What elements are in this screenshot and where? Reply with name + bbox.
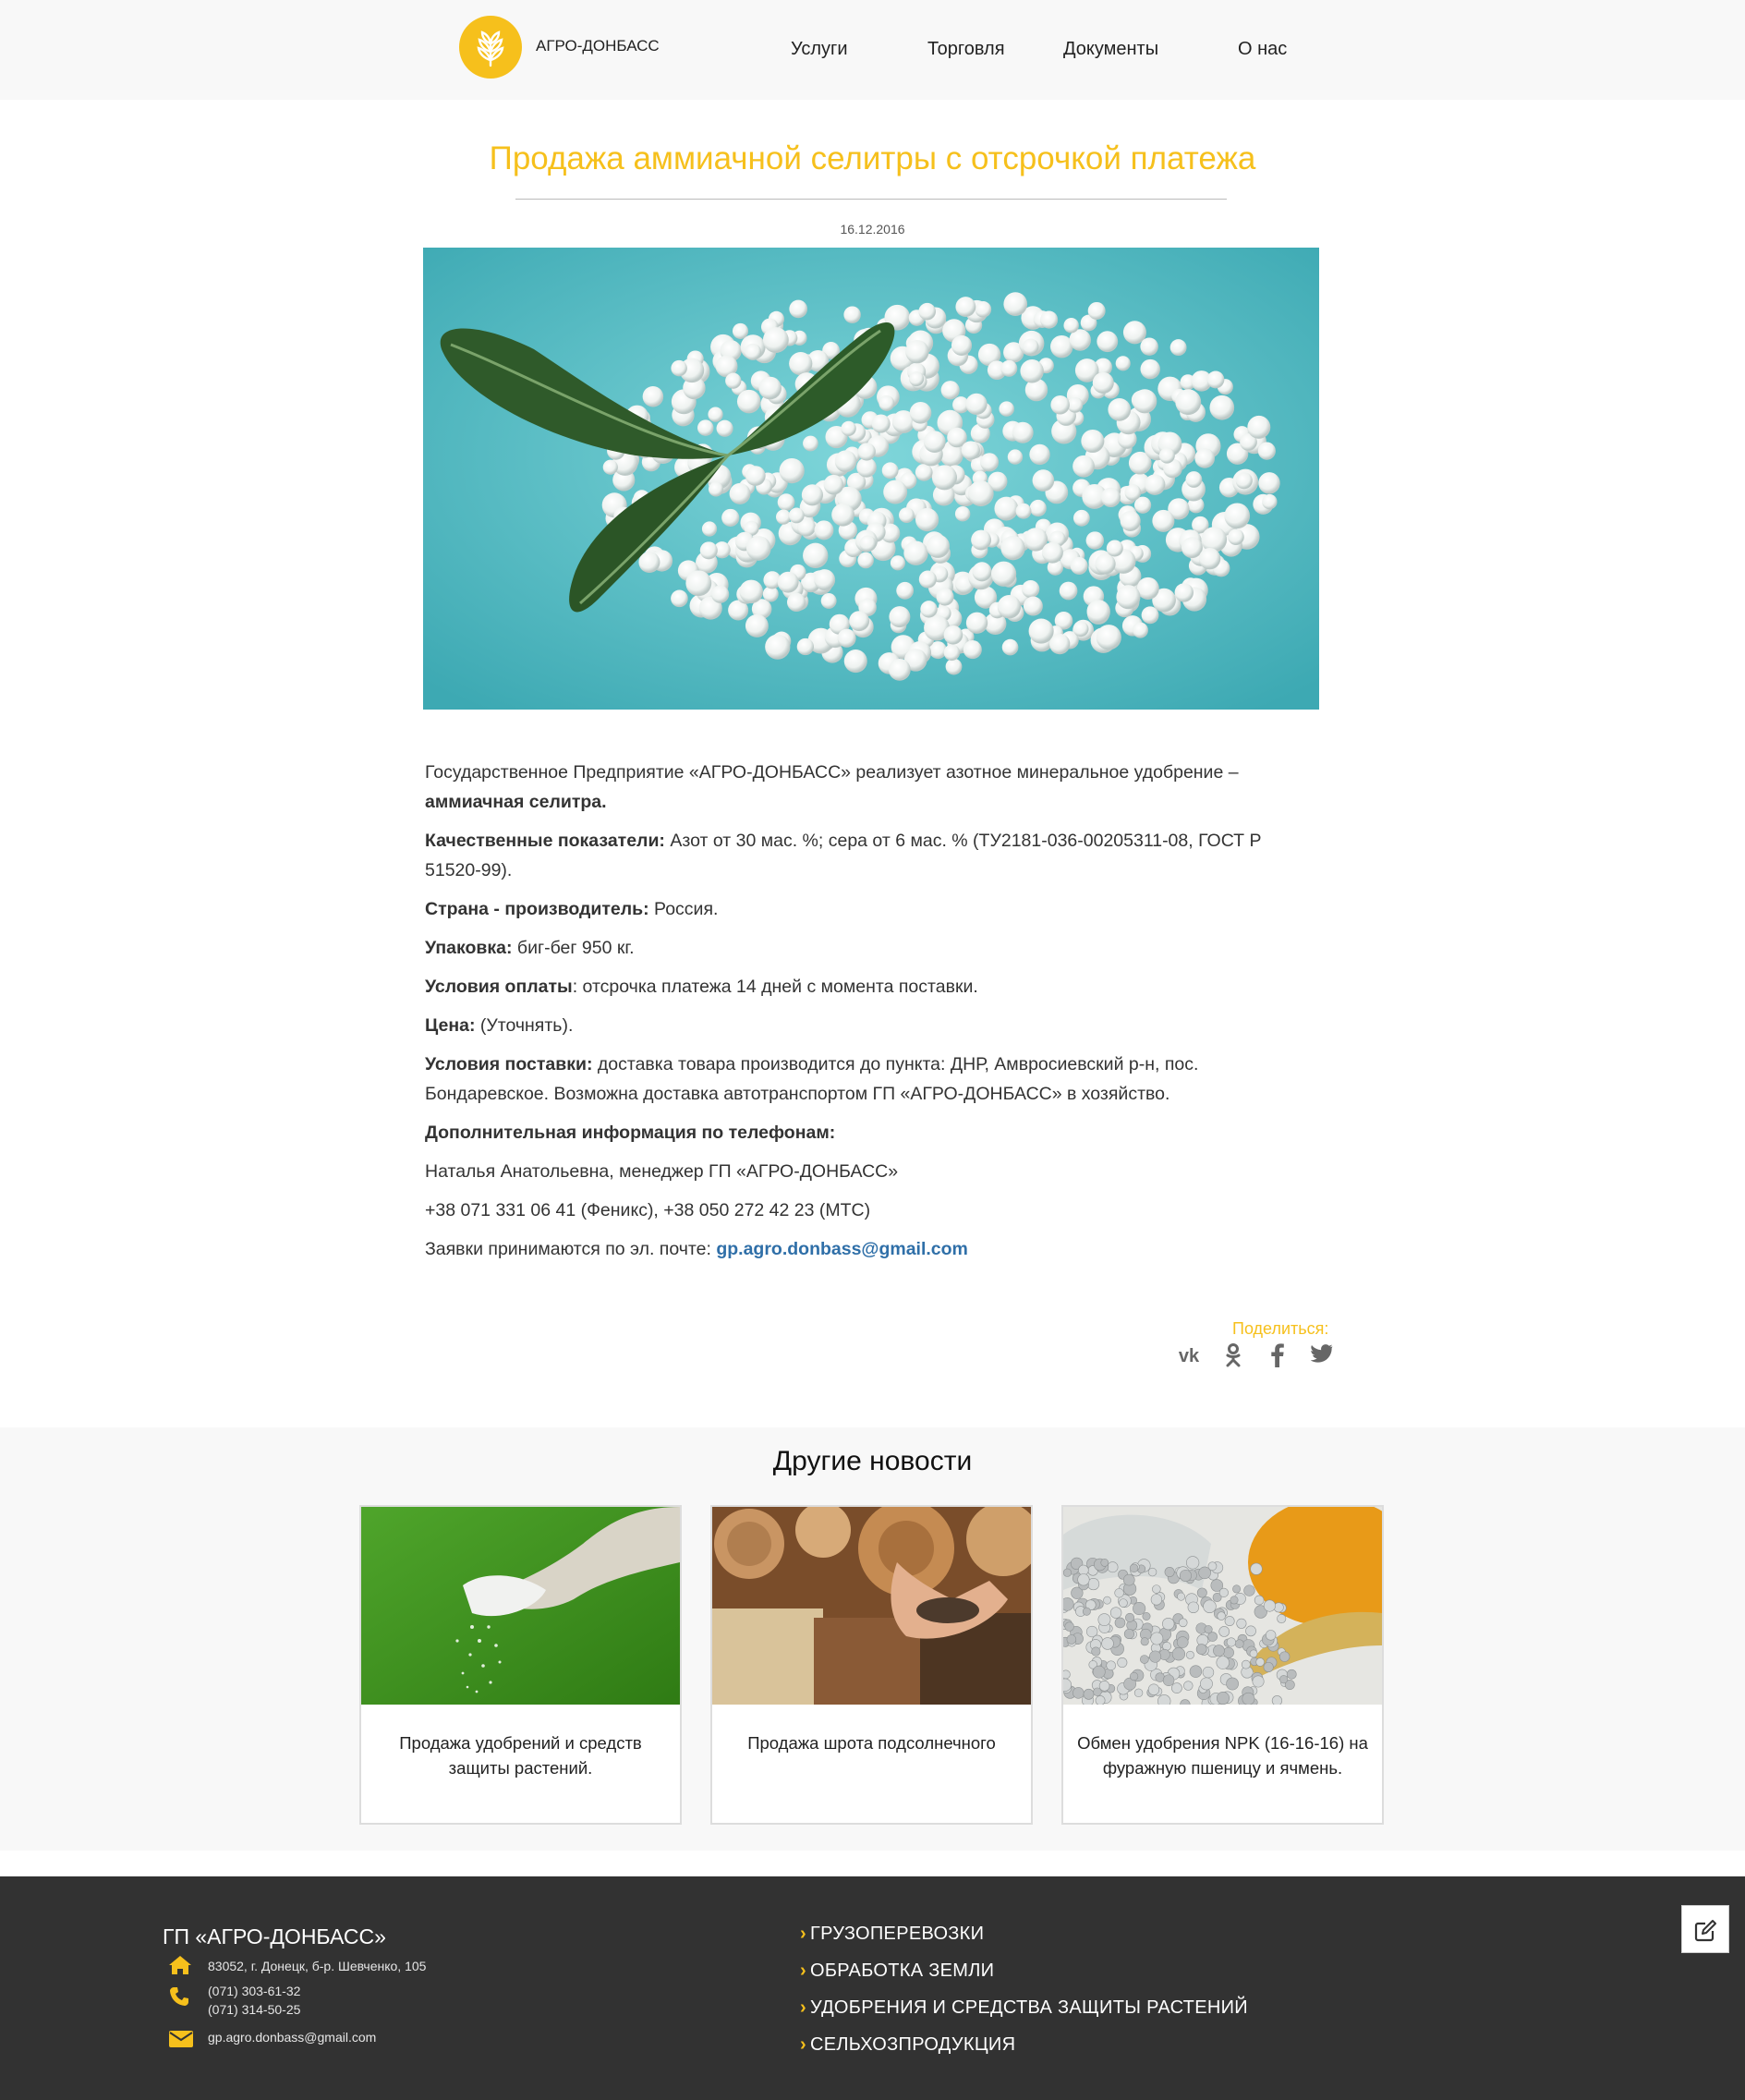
- facebook-icon[interactable]: [1266, 1343, 1290, 1369]
- footer-link-cargo[interactable]: › ГРУЗОПЕРЕВОЗКИ: [800, 1924, 984, 1945]
- footer-phone-1: (071) 303-61-32: [208, 1984, 301, 1998]
- chevron-right-icon: ›: [800, 1997, 806, 2018]
- news-card-image: [361, 1507, 680, 1705]
- email-paragraph: Заявки принимаются по эл. почте: gp.agro…: [425, 1239, 968, 1259]
- footer-email[interactable]: gp.agro.donbass@gmail.com: [208, 2028, 376, 2046]
- nav-item-documents[interactable]: Документы: [1063, 39, 1158, 60]
- footer-link-fertilizers[interactable]: › УДОБРЕНИЯ И СРЕДСТВА ЗАЩИТЫ РАСТЕНИЙ: [800, 1997, 1248, 2019]
- edit-button[interactable]: [1681, 1905, 1729, 1953]
- news-card-title: Продажа шрота подсолнечного: [747, 1733, 996, 1753]
- chevron-right-icon: ›: [800, 2034, 806, 2055]
- delivery-paragraph: Условия поставки: доставка товара произв…: [425, 1054, 1199, 1104]
- edit-icon: [1694, 1920, 1716, 1942]
- other-news-heading: Другие новости: [772, 1446, 973, 1476]
- chevron-right-icon: ›: [800, 1924, 806, 1944]
- phones-text: +38 071 331 06 41 (Феникс), +38 050 272 …: [425, 1200, 871, 1220]
- footer-company: ГП «АГРО-ДОНБАСС»: [163, 1924, 386, 1948]
- article-image: [423, 248, 1319, 710]
- news-card-title: Продажа удобрений и средств защиты расте…: [399, 1733, 642, 1778]
- info-heading: Дополнительная информация по телефонам:: [425, 1123, 836, 1143]
- other-news-section: Другие новости Продажа удобрений и средс…: [0, 1427, 1745, 1851]
- news-card-image: [712, 1507, 1031, 1705]
- article-body: Государственное Предприятие «АГРО-ДОНБАС…: [425, 758, 1312, 1273]
- payment-paragraph: Условия оплаты: отсрочка платежа 14 дней…: [425, 977, 978, 997]
- chevron-right-icon: ›: [800, 1960, 806, 1981]
- article-title: Продажа аммиачной селитры с отсрочкой пл…: [489, 140, 1256, 176]
- news-card[interactable]: Продажа шрота подсолнечного: [710, 1505, 1033, 1825]
- phone-icon: [170, 1987, 188, 2006]
- share-label: Поделиться:: [1232, 1319, 1329, 1338]
- news-card[interactable]: Продажа удобрений и средств защиты расте…: [359, 1505, 682, 1825]
- package-paragraph: Упаковка: биг-бег 950 кг.: [425, 938, 635, 958]
- footer-link-agroproducts[interactable]: › СЕЛЬХОЗПРОДУКЦИЯ: [800, 2034, 1015, 2056]
- site-header: АГРО-ДОНБАСС Услуги Торговля Документы О…: [0, 0, 1745, 100]
- share-buttons: vk: [1177, 1343, 1334, 1369]
- wheat-icon: [477, 30, 504, 67]
- footer-link-land[interactable]: › ОБРАБОТКА ЗЕМЛИ: [800, 1960, 994, 1982]
- footer-address: 83052, г. Донецк, б-р. Шевченко, 105: [208, 1959, 427, 1973]
- nav-item-trade[interactable]: Торговля: [927, 39, 1005, 60]
- nav-item-about[interactable]: О нас: [1238, 39, 1287, 60]
- footer-phone-2: (071) 314-50-25: [208, 2002, 301, 2017]
- country-paragraph: Страна - производитель: Россия.: [425, 899, 719, 919]
- twitter-icon[interactable]: [1310, 1343, 1334, 1369]
- vk-icon[interactable]: vk: [1177, 1343, 1201, 1369]
- logo[interactable]: [459, 16, 522, 79]
- news-card-image: [1063, 1507, 1382, 1705]
- site-footer: ГП «АГРО-ДОНБАСС» 83052, г. Донецк, б-р.…: [0, 1876, 1745, 2100]
- title-divider: [515, 199, 1227, 200]
- news-card-title: Обмен удобрения NPK (16-16-16) на фуражн…: [1077, 1733, 1368, 1778]
- quality-paragraph: Качественные показатели: Азот от 30 мас.…: [425, 831, 1262, 880]
- article-intro: Государственное Предприятие «АГРО-ДОНБАС…: [425, 762, 1239, 812]
- nav-item-services[interactable]: Услуги: [791, 39, 848, 60]
- odnoklassniki-icon[interactable]: [1221, 1343, 1245, 1369]
- brand-name[interactable]: АГРО-ДОНБАСС: [536, 37, 660, 55]
- email-link[interactable]: gp.agro.donbass@gmail.com: [716, 1239, 968, 1259]
- home-icon: [169, 1956, 191, 1974]
- mail-icon: [169, 2031, 193, 2047]
- price-paragraph: Цена: (Уточнять).: [425, 1015, 574, 1036]
- article-date: 16.12.2016: [840, 222, 905, 237]
- manager-text: Наталья Анатольевна, менеджер ГП «АГРО-Д…: [425, 1161, 899, 1182]
- news-card[interactable]: Обмен удобрения NPK (16-16-16) на фуражн…: [1061, 1505, 1384, 1825]
